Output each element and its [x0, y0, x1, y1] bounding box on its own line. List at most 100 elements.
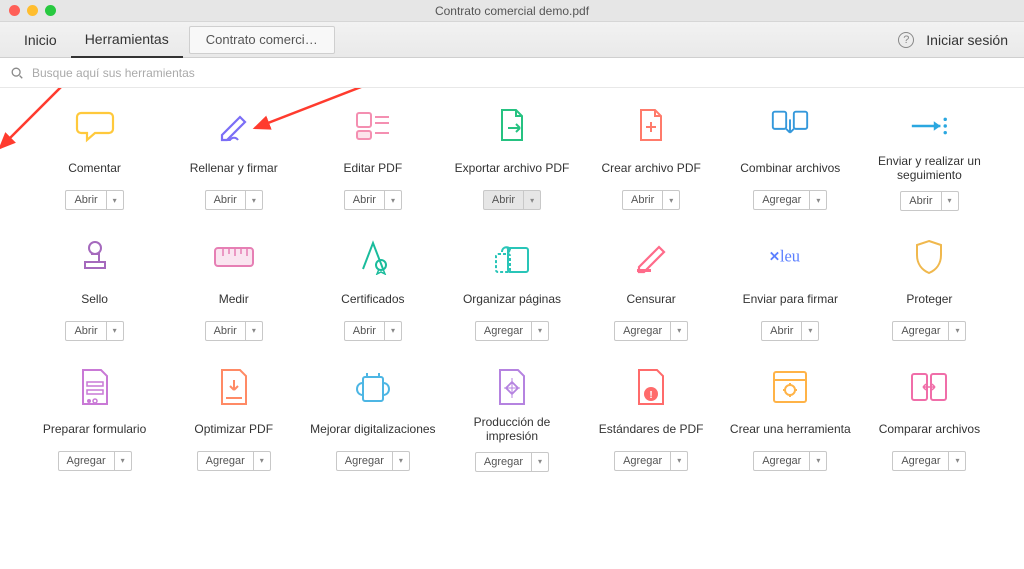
open-button[interactable]: Abrir▾	[65, 190, 123, 210]
chevron-down-icon[interactable]: ▾	[671, 322, 687, 340]
tool-card-measure[interactable]: Medir Abrir▾	[169, 239, 298, 341]
compare-icon	[908, 369, 950, 405]
chevron-down-icon[interactable]: ▾	[107, 191, 123, 209]
add-button[interactable]: Agregar▾	[614, 451, 688, 471]
button-label: Abrir	[66, 322, 106, 340]
tab-home[interactable]: Inicio	[10, 22, 71, 58]
add-button[interactable]: Agregar▾	[892, 321, 966, 341]
open-button[interactable]: Abrir▾	[483, 190, 541, 210]
open-button[interactable]: Abrir▾	[65, 321, 123, 341]
maximize-window-button[interactable]	[45, 5, 56, 16]
add-button[interactable]: Agregar▾	[753, 190, 827, 210]
sign-in-button[interactable]: Iniciar sesión	[926, 32, 1014, 48]
open-button[interactable]: Abrir▾	[761, 321, 819, 341]
tab-tools[interactable]: Herramientas	[71, 22, 183, 58]
tool-card-create-tool[interactable]: Crear una herramientaAgregar▾	[726, 369, 855, 472]
tool-card-fill-sign[interactable]: Rellenar y firmarAbrir▾	[169, 108, 298, 211]
tool-card-enhance-scans[interactable]: Mejorar digitalizaciones Agregar▾	[308, 369, 437, 472]
chevron-down-icon[interactable]: ▾	[663, 191, 679, 209]
search-input[interactable]	[32, 66, 332, 80]
button-label: Agregar	[337, 452, 393, 470]
chevron-down-icon[interactable]: ▾	[107, 322, 123, 340]
tool-card-prepare-form[interactable]: Preparar formularioAgregar▾	[30, 369, 159, 472]
tool-label: Producción de impresión	[447, 415, 576, 444]
tool-card-comment[interactable]: Comentar Abrir▾	[30, 108, 159, 211]
send-track-icon	[908, 108, 950, 144]
svg-text:!: !	[649, 390, 652, 401]
open-button[interactable]: Abrir▾	[205, 321, 263, 341]
tool-card-print-prod[interactable]: Producción de impresión Agregar▾	[447, 369, 576, 472]
add-button[interactable]: Agregar▾	[614, 321, 688, 341]
minimize-window-button[interactable]	[27, 5, 38, 16]
search-bar	[0, 58, 1024, 88]
help-icon[interactable]: ?	[898, 32, 914, 48]
tool-label: Proteger	[906, 285, 952, 313]
tool-card-combine[interactable]: Combinar archivosAgregar▾	[726, 108, 855, 211]
print-prod-icon	[491, 369, 533, 405]
tool-card-optimize[interactable]: Optimizar PDF Agregar▾	[169, 369, 298, 472]
chevron-down-icon[interactable]: ▾	[393, 452, 409, 470]
chevron-down-icon[interactable]: ▾	[810, 452, 826, 470]
add-button[interactable]: Agregar▾	[892, 451, 966, 471]
tool-card-edit-pdf[interactable]: Editar PDFAbrir▾	[308, 108, 437, 211]
add-button[interactable]: Agregar▾	[753, 451, 827, 471]
tool-label: Enviar para firmar	[743, 285, 838, 313]
tool-label: Medir	[219, 285, 249, 313]
tool-label: Certificados	[341, 285, 404, 313]
tool-label: Enviar y realizar un seguimiento	[865, 154, 994, 183]
add-button[interactable]: Agregar▾	[475, 321, 549, 341]
tool-label: Optimizar PDF	[194, 415, 273, 443]
add-button[interactable]: Agregar▾	[58, 451, 132, 471]
chevron-down-icon[interactable]: ▾	[671, 452, 687, 470]
add-button[interactable]: Agregar▾	[197, 451, 271, 471]
tool-card-standards[interactable]: ! Estándares de PDF Agregar▾	[587, 369, 716, 472]
button-label: Agregar	[615, 322, 671, 340]
open-button[interactable]: Abrir▾	[344, 190, 402, 210]
chevron-down-icon[interactable]: ▾	[942, 192, 958, 210]
tool-card-send-track[interactable]: Enviar y realizar un seguimiento Abrir▾	[865, 108, 994, 211]
open-button[interactable]: Abrir▾	[900, 191, 958, 211]
chevron-down-icon[interactable]: ▾	[385, 191, 401, 209]
traffic-lights	[9, 5, 56, 16]
open-button[interactable]: Abrir▾	[622, 190, 680, 210]
tool-label: Censurar	[626, 285, 675, 313]
tab-document[interactable]: Contrato comerci…	[189, 26, 335, 54]
comment-icon	[74, 108, 116, 144]
open-button[interactable]: Abrir▾	[344, 321, 402, 341]
chevron-down-icon[interactable]: ▾	[246, 322, 262, 340]
enhance-scans-icon	[352, 369, 394, 405]
add-button[interactable]: Agregar▾	[336, 451, 410, 471]
tool-card-send-sign[interactable]: leuEnviar para firmarAbrir▾	[726, 239, 855, 341]
chevron-down-icon[interactable]: ▾	[810, 191, 826, 209]
tool-card-compare[interactable]: Comparar archivos Agregar▾	[865, 369, 994, 472]
chevron-down-icon[interactable]: ▾	[802, 322, 818, 340]
tool-label: Estándares de PDF	[599, 415, 704, 443]
button-label: Agregar	[615, 452, 671, 470]
add-button[interactable]: Agregar▾	[475, 452, 549, 472]
tool-card-stamp[interactable]: SelloAbrir▾	[30, 239, 159, 341]
chevron-down-icon[interactable]: ▾	[949, 452, 965, 470]
tool-card-create-pdf[interactable]: Crear archivo PDFAbrir▾	[587, 108, 716, 211]
chevron-down-icon[interactable]: ▾	[385, 322, 401, 340]
tool-card-organize[interactable]: Organizar páginasAgregar▾	[447, 239, 576, 341]
combine-icon	[769, 108, 811, 144]
chevron-down-icon[interactable]: ▾	[115, 452, 131, 470]
tool-card-certificates[interactable]: Certificados Abrir▾	[308, 239, 437, 341]
chevron-down-icon[interactable]: ▾	[949, 322, 965, 340]
close-window-button[interactable]	[9, 5, 20, 16]
chevron-down-icon[interactable]: ▾	[524, 191, 540, 209]
chevron-down-icon[interactable]: ▾	[532, 322, 548, 340]
tool-card-protect[interactable]: Proteger Agregar▾	[865, 239, 994, 341]
chevron-down-icon[interactable]: ▾	[246, 191, 262, 209]
tool-label: Comentar	[68, 154, 121, 182]
tool-label: Mejorar digitalizaciones	[310, 415, 435, 443]
open-button[interactable]: Abrir▾	[205, 190, 263, 210]
button-label: Abrir	[345, 322, 385, 340]
protect-icon	[908, 239, 950, 275]
tool-card-redact[interactable]: Censurar Agregar▾	[587, 239, 716, 341]
tool-label: Comparar archivos	[879, 415, 980, 443]
tool-card-export-pdf[interactable]: Exportar archivo PDFAbrir▾	[447, 108, 576, 211]
chevron-down-icon[interactable]: ▾	[254, 452, 270, 470]
button-label: Abrir	[206, 322, 246, 340]
chevron-down-icon[interactable]: ▾	[532, 453, 548, 471]
